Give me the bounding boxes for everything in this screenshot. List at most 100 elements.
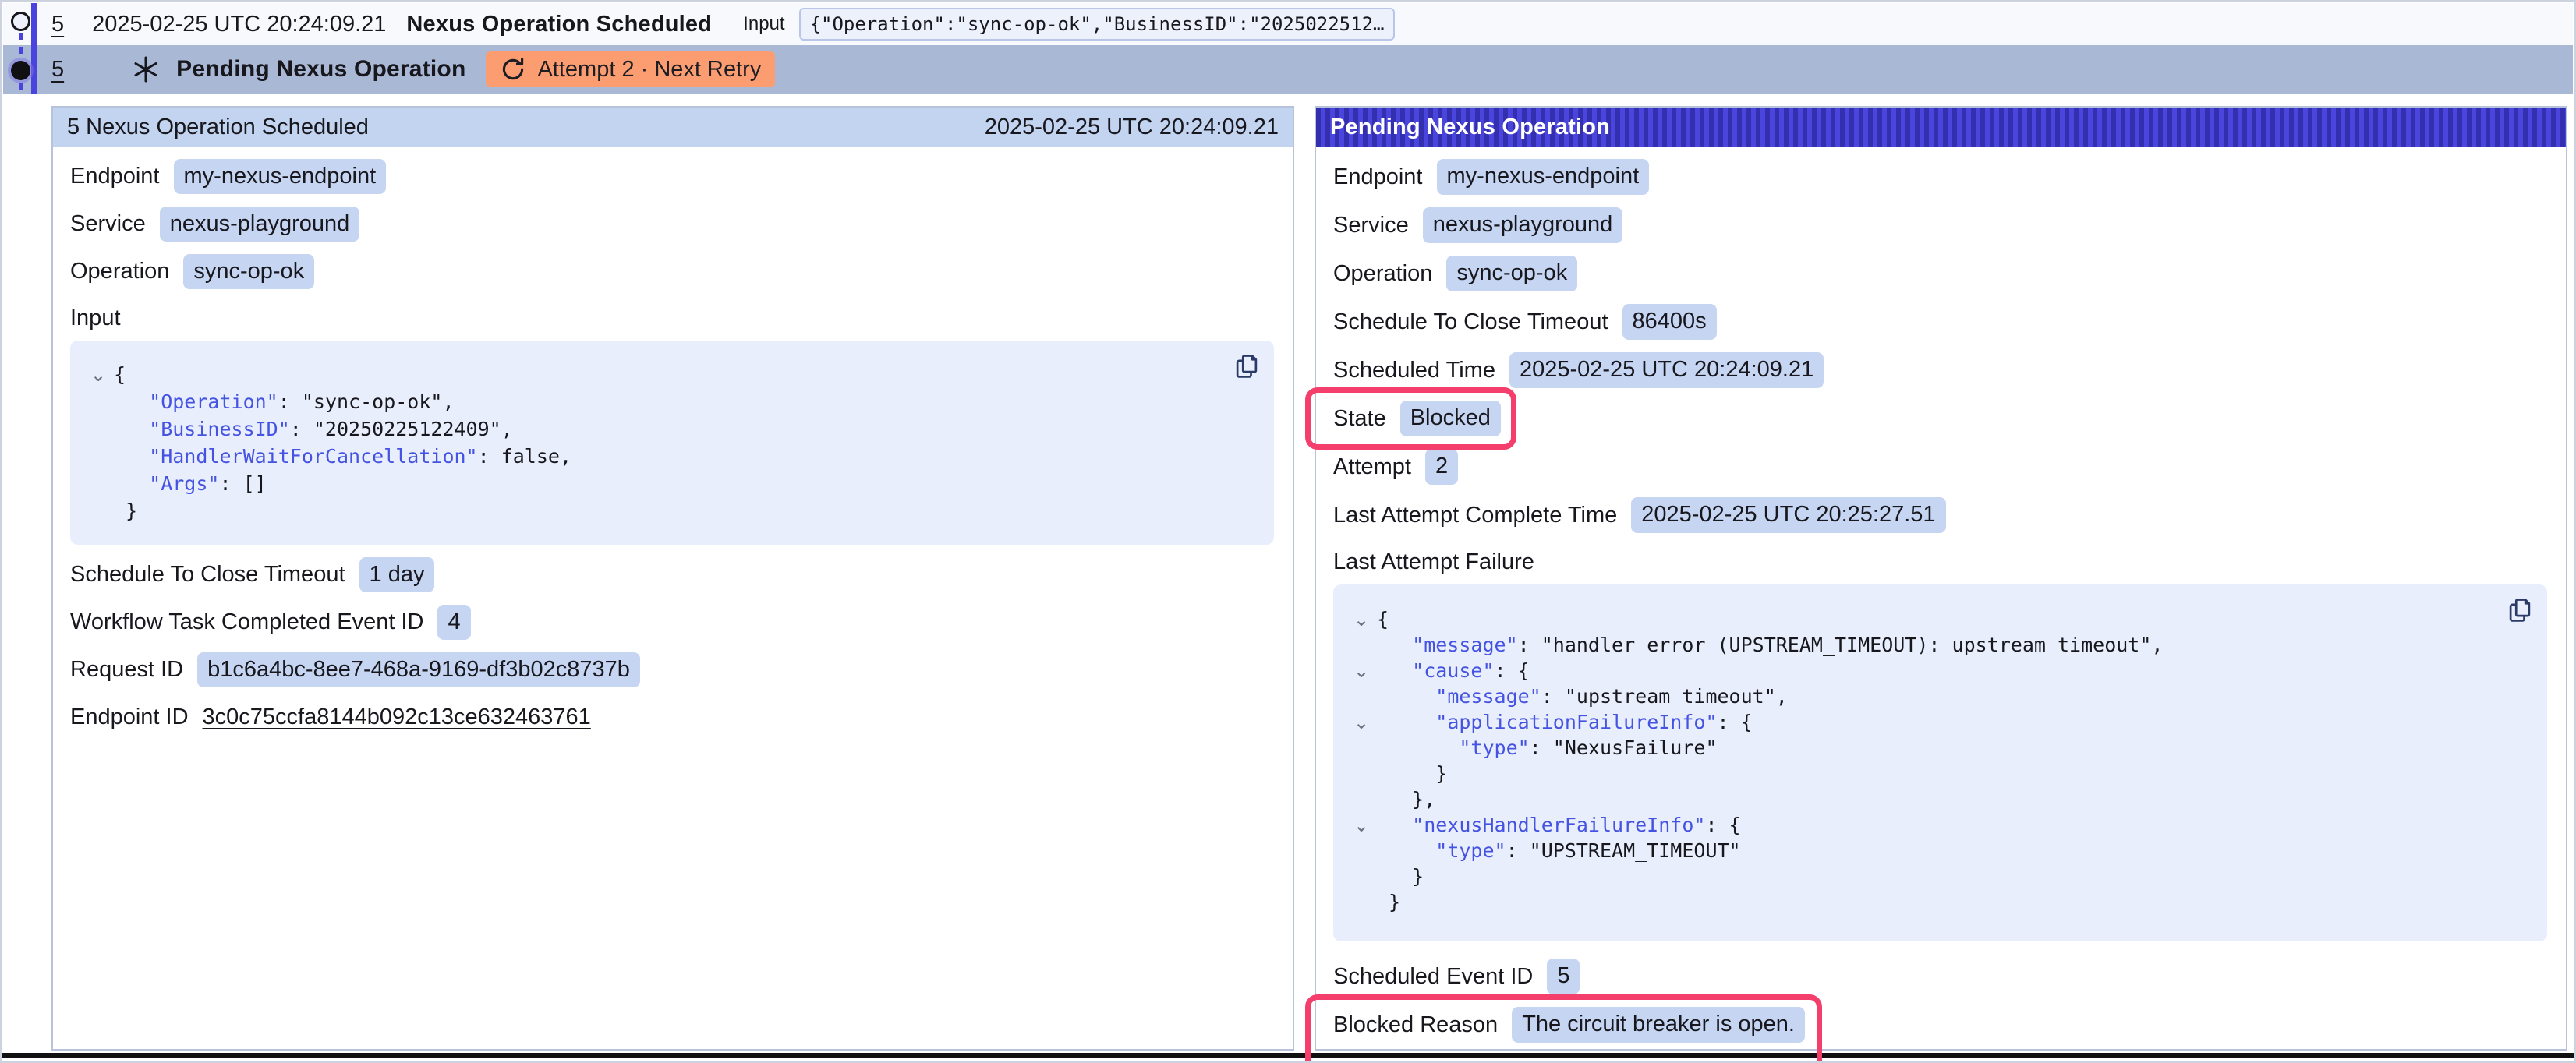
field-value-chip: b1c6a4bc-8ee7-468a-9169-df3b02c8737b bbox=[197, 652, 640, 687]
code-line: "BusinessID": "20250225122409", bbox=[83, 415, 1254, 443]
field-service: Service nexus-playground bbox=[1333, 201, 2547, 249]
code-line: ⌄{ bbox=[1346, 606, 2527, 632]
timeline-dashed-connector bbox=[19, 33, 23, 61]
field-label: Schedule To Close Timeout bbox=[1333, 309, 1608, 335]
field-value-chip: my-nexus-endpoint bbox=[174, 159, 387, 194]
field-last-attempt-complete-time: Last Attempt Complete Time 2025-02-25 UT… bbox=[1333, 491, 2547, 539]
field-scheduled-time: Scheduled Time 2025-02-25 UTC 20:24:09.2… bbox=[1333, 346, 2547, 394]
field-label: Operation bbox=[1333, 261, 1432, 287]
field-value-chip: 4 bbox=[437, 605, 470, 640]
field-label: Endpoint bbox=[70, 164, 160, 189]
code-line: "Operation": "sync-op-ok", bbox=[83, 388, 1254, 415]
history-row-nexus-operation-scheduled[interactable]: 5 2025-02-25 UTC 20:24:09.21 Nexus Opera… bbox=[3, 3, 2573, 45]
field-label: Service bbox=[1333, 213, 1409, 238]
field-scheduled-event-id: Scheduled Event ID 5 bbox=[1333, 952, 2547, 1001]
code-line: "message": "handler error (UPSTREAM_TIME… bbox=[1346, 632, 2527, 658]
field-value-chip: sync-op-ok bbox=[183, 254, 314, 289]
timeline-accent-bar bbox=[31, 3, 37, 94]
event-title: Nexus Operation Scheduled bbox=[406, 12, 712, 37]
field-label: Operation bbox=[70, 259, 169, 284]
field-state-highlighted: State Blocked bbox=[1333, 394, 1501, 443]
field-value-chip: 2025-02-25 UTC 20:25:27.51 bbox=[1631, 497, 1945, 532]
attempt-retry-badge-label: Attempt 2 · Next Retry bbox=[537, 57, 761, 83]
input-json-viewer: ⌄{ "Operation": "sync-op-ok", "BusinessI… bbox=[70, 341, 1274, 545]
field-endpoint-id: Endpoint ID 3c0c75ccfa8144b092c13ce63246… bbox=[70, 694, 1274, 741]
field-value-chip: 5 bbox=[1547, 959, 1580, 994]
event-node-open-icon bbox=[11, 12, 30, 31]
field-label: Scheduled Event ID bbox=[1333, 964, 1533, 990]
timeline-dashed-connector bbox=[19, 83, 23, 94]
event-time: 2025-02-25 UTC 20:24:09.21 bbox=[92, 12, 386, 37]
copy-icon[interactable] bbox=[2505, 595, 2535, 625]
window-bottom-border bbox=[2, 1053, 2574, 1058]
code-line: } bbox=[83, 497, 1254, 524]
code-line: "HandlerWaitForCancellation": false, bbox=[83, 443, 1254, 470]
panel-title: Pending Nexus Operation bbox=[1330, 115, 1610, 140]
field-label: Endpoint ID bbox=[70, 705, 189, 730]
field-attempt: Attempt 2 bbox=[1333, 443, 2547, 491]
field-label: Schedule To Close Timeout bbox=[70, 562, 345, 588]
field-blocked-reason-highlighted: Blocked Reason The circuit breaker is op… bbox=[1333, 1001, 1805, 1049]
code-line: ⌄{ bbox=[83, 361, 1254, 388]
field-operation: Operation sync-op-ok bbox=[1333, 249, 2547, 298]
panel-header-striped: Pending Nexus Operation bbox=[1316, 108, 2566, 147]
asterisk-icon bbox=[133, 56, 159, 83]
chevron-down-icon[interactable]: ⌄ bbox=[1353, 713, 1369, 732]
last-attempt-failure-label: Last Attempt Failure bbox=[1333, 539, 2547, 584]
chevron-down-icon[interactable]: ⌄ bbox=[90, 366, 106, 384]
code-line: } bbox=[1346, 889, 2527, 915]
event-input-preview-chip: {"Operation":"sync-op-ok","BusinessID":"… bbox=[799, 8, 1396, 41]
attempt-retry-badge: Attempt 2 · Next Retry bbox=[486, 51, 775, 87]
event-title: Pending Nexus Operation bbox=[176, 56, 465, 83]
panel-pending-nexus-operation: Pending Nexus Operation Endpoint my-nexu… bbox=[1315, 106, 2567, 1051]
failure-json-viewer: ⌄{ "message": "handler error (UPSTREAM_T… bbox=[1333, 584, 2547, 941]
event-id-link[interactable]: 5 bbox=[51, 12, 64, 37]
field-schedule-to-close-timeout: Schedule To Close Timeout 86400s bbox=[1333, 298, 2547, 346]
event-input-label: Input bbox=[743, 13, 784, 35]
code-line: ⌄ "nexusHandlerFailureInfo": { bbox=[1346, 812, 2527, 838]
field-label: Service bbox=[70, 211, 146, 237]
panel-nexus-operation-scheduled: 5 Nexus Operation Scheduled 2025-02-25 U… bbox=[51, 106, 1294, 1051]
field-service: Service nexus-playground bbox=[70, 200, 1274, 248]
field-value-chip: nexus-playground bbox=[1423, 207, 1623, 242]
field-label: Request ID bbox=[70, 657, 183, 683]
field-value-chip: my-nexus-endpoint bbox=[1437, 159, 1650, 194]
blocked-reason-value-chip: The circuit breaker is open. bbox=[1512, 1007, 1805, 1042]
chevron-down-icon[interactable]: ⌄ bbox=[1353, 662, 1369, 680]
field-value-chip: 86400s bbox=[1622, 304, 1717, 339]
field-label: Scheduled Time bbox=[1333, 358, 1495, 383]
endpoint-id-link[interactable]: 3c0c75ccfa8144b092c13ce632463761 bbox=[203, 705, 591, 730]
history-row-pending-nexus-operation[interactable]: 5 Pending Nexus Operation Attempt 2 · Ne… bbox=[3, 45, 2573, 94]
field-label: Blocked Reason bbox=[1333, 1012, 1498, 1038]
panel-timestamp: 2025-02-25 UTC 20:24:09.21 bbox=[985, 115, 1279, 140]
input-section-label: Input bbox=[70, 295, 1274, 341]
code-line: "message": "upstream timeout", bbox=[1346, 683, 2527, 709]
field-label: Last Attempt Complete Time bbox=[1333, 503, 1617, 528]
panel-header: 5 Nexus Operation Scheduled 2025-02-25 U… bbox=[53, 108, 1293, 147]
code-line: } bbox=[1346, 863, 2527, 889]
field-request-id: Request ID b1c6a4bc-8ee7-468a-9169-df3b0… bbox=[70, 646, 1274, 694]
field-label: Workflow Task Completed Event ID bbox=[70, 609, 423, 635]
event-id-link[interactable]: 5 bbox=[51, 57, 64, 83]
field-label: Attempt bbox=[1333, 454, 1411, 480]
copy-icon[interactable] bbox=[1232, 351, 1261, 381]
field-value-chip: nexus-playground bbox=[160, 207, 360, 242]
code-line: } bbox=[1346, 761, 2527, 786]
event-node-filled-icon bbox=[11, 61, 30, 80]
code-line: ⌄ "applicationFailureInfo": { bbox=[1346, 709, 2527, 735]
field-operation: Operation sync-op-ok bbox=[70, 248, 1274, 295]
field-label: State bbox=[1333, 406, 1386, 432]
workflow-history-page: 5 2025-02-25 UTC 20:24:09.21 Nexus Opera… bbox=[0, 0, 2576, 1063]
field-value-chip: 2 bbox=[1425, 449, 1458, 484]
field-endpoint: Endpoint my-nexus-endpoint bbox=[70, 153, 1274, 200]
code-line: ⌄ "cause": { bbox=[1346, 658, 2527, 683]
field-value-chip: 1 day bbox=[359, 557, 435, 592]
event-timeline-rail bbox=[2, 2, 48, 95]
state-value-chip: Blocked bbox=[1400, 401, 1501, 436]
code-line: "type": "NexusFailure" bbox=[1346, 735, 2527, 761]
chevron-down-icon[interactable]: ⌄ bbox=[1353, 610, 1369, 629]
chevron-down-icon[interactable]: ⌄ bbox=[1353, 816, 1369, 835]
field-schedule-to-close-timeout: Schedule To Close Timeout 1 day bbox=[70, 551, 1274, 599]
field-value-chip: 2025-02-25 UTC 20:24:09.21 bbox=[1509, 352, 1824, 387]
code-line: }, bbox=[1346, 786, 2527, 812]
